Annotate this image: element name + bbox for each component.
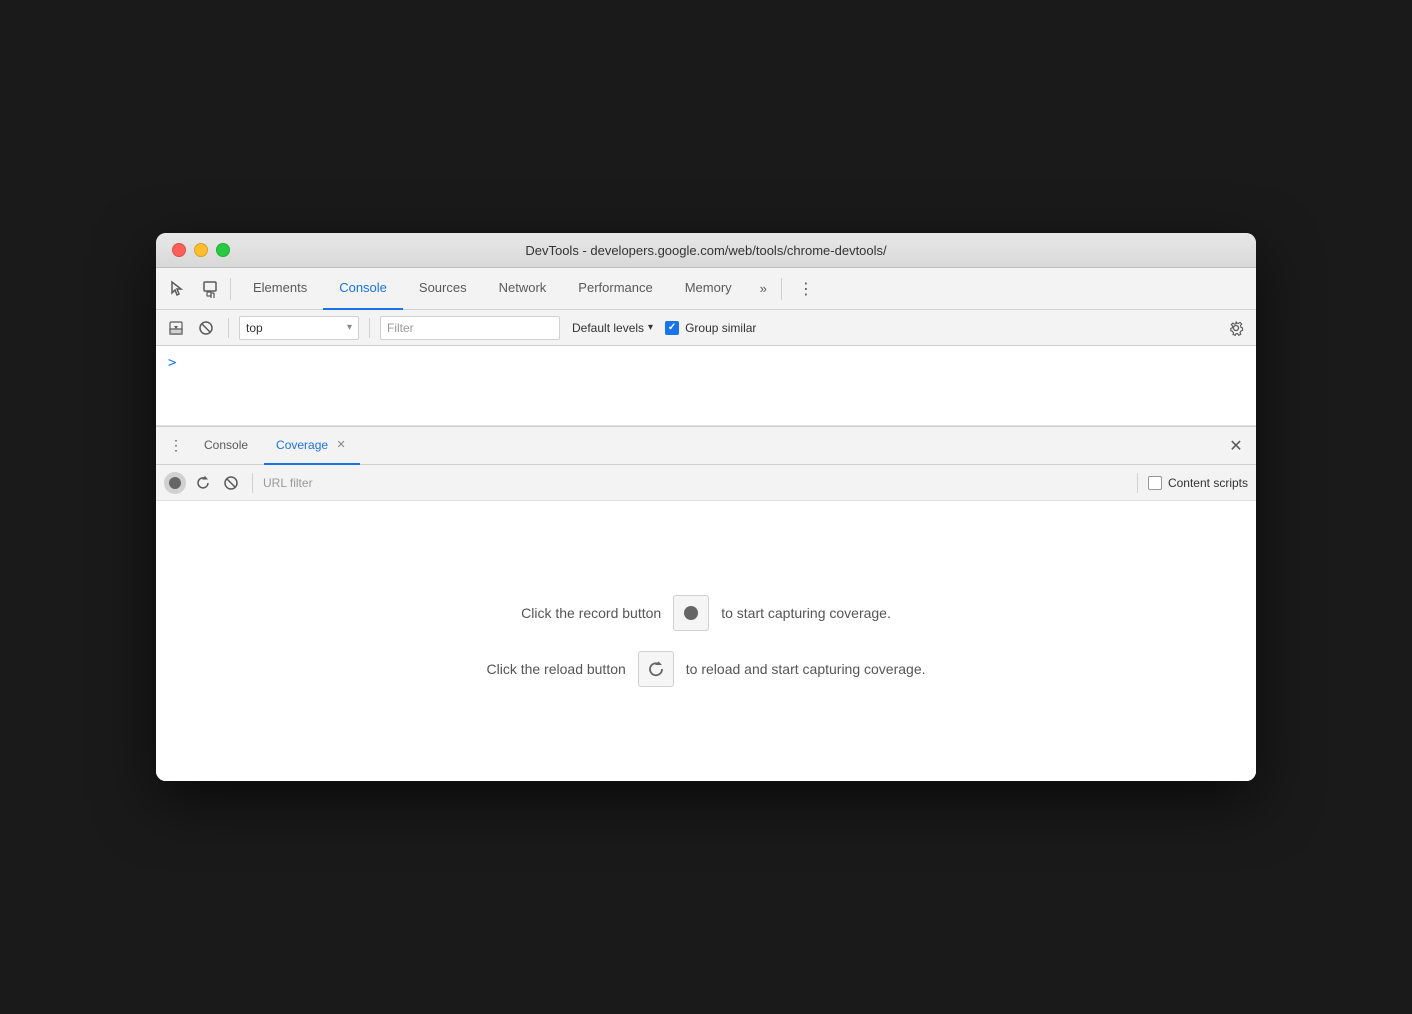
window-title: DevTools - developers.google.com/web/too…: [525, 243, 886, 258]
record-instruction: Click the record button to start capturi…: [521, 595, 891, 631]
drawer-close-button[interactable]: ✕: [1224, 434, 1248, 458]
reload-instruction: Click the reload button to reload and st…: [486, 651, 925, 687]
content-scripts-group: Content scripts: [1148, 476, 1248, 490]
tab-console[interactable]: Console: [323, 268, 403, 310]
drawer-tab-coverage[interactable]: Coverage ✕: [264, 427, 360, 465]
tab-memory[interactable]: Memory: [669, 268, 748, 310]
traffic-lights: [172, 243, 230, 257]
coverage-empty-state: Click the record button to start capturi…: [156, 501, 1256, 781]
console-toolbar: top ▾ Default levels ▾ Group similar: [156, 310, 1256, 346]
minimize-button[interactable]: [194, 243, 208, 257]
coverage-reload-button[interactable]: [192, 472, 214, 494]
drawer-section: ⋮ Console Coverage ✕ ✕: [156, 426, 1256, 781]
cursor-icon: [169, 280, 187, 298]
tab-performance[interactable]: Performance: [562, 268, 668, 310]
toolbar-divider: [230, 278, 231, 300]
toolbar-divider-2: [781, 278, 782, 300]
coverage-toolbar: Content scripts: [156, 465, 1256, 501]
devtools-body: Elements Console Sources Network Perform…: [156, 268, 1256, 781]
tab-sources[interactable]: Sources: [403, 268, 483, 310]
coverage-sep: [252, 473, 253, 493]
inspect-element-button[interactable]: [164, 275, 192, 303]
clear-console-button[interactable]: [194, 316, 218, 340]
context-selector[interactable]: top ▾: [239, 316, 359, 340]
drawer-tab-coverage-close[interactable]: ✕: [334, 438, 348, 452]
drawer-tab-console[interactable]: Console: [192, 427, 260, 465]
gear-icon: [1228, 320, 1244, 336]
filter-box[interactable]: [380, 316, 560, 340]
inline-record-button: [673, 595, 709, 631]
group-similar-checkbox-group: Group similar: [665, 321, 756, 335]
coverage-record-button[interactable]: [164, 472, 186, 494]
console-sep-1: [228, 318, 229, 338]
inline-reload-icon: [647, 660, 665, 678]
url-filter-input[interactable]: [263, 476, 1127, 490]
devtools-menu-button[interactable]: ⋮: [792, 275, 820, 303]
drawer-more-button[interactable]: ⋮: [164, 434, 188, 458]
console-prompt: >: [168, 355, 176, 371]
block-icon: [198, 320, 214, 336]
device-icon: [201, 280, 219, 298]
levels-arrow: ▾: [648, 322, 653, 333]
devtools-window: DevTools - developers.google.com/web/too…: [156, 233, 1256, 781]
tab-network[interactable]: Network: [483, 268, 563, 310]
show-drawer-icon: [169, 321, 183, 335]
maximize-button[interactable]: [216, 243, 230, 257]
title-bar: DevTools - developers.google.com/web/too…: [156, 233, 1256, 268]
console-sep-2: [369, 318, 370, 338]
inline-reload-button: [638, 651, 674, 687]
more-tabs-button[interactable]: »: [752, 268, 775, 310]
default-levels-button[interactable]: Default levels ▾: [566, 319, 659, 337]
settings-button[interactable]: [1224, 316, 1248, 340]
tab-elements[interactable]: Elements: [237, 268, 323, 310]
clear-icon: [223, 475, 239, 491]
inline-record-dot-icon: [684, 606, 698, 620]
device-toggle-button[interactable]: [196, 275, 224, 303]
content-scripts-checkbox[interactable]: [1148, 476, 1162, 490]
main-toolbar: Elements Console Sources Network Perform…: [156, 268, 1256, 310]
context-arrow: ▾: [347, 322, 352, 333]
main-nav-tabs: Elements Console Sources Network Perform…: [237, 268, 748, 310]
record-dot-icon: [169, 477, 181, 489]
show-drawer-button[interactable]: [164, 316, 188, 340]
filter-input[interactable]: [387, 321, 553, 335]
reload-icon: [195, 475, 211, 491]
console-output: >: [156, 346, 1256, 426]
coverage-sep-2: [1137, 473, 1138, 493]
group-similar-checkbox[interactable]: [665, 321, 679, 335]
close-button[interactable]: [172, 243, 186, 257]
drawer-tabs-bar: ⋮ Console Coverage ✕ ✕: [156, 427, 1256, 465]
coverage-clear-button[interactable]: [220, 472, 242, 494]
